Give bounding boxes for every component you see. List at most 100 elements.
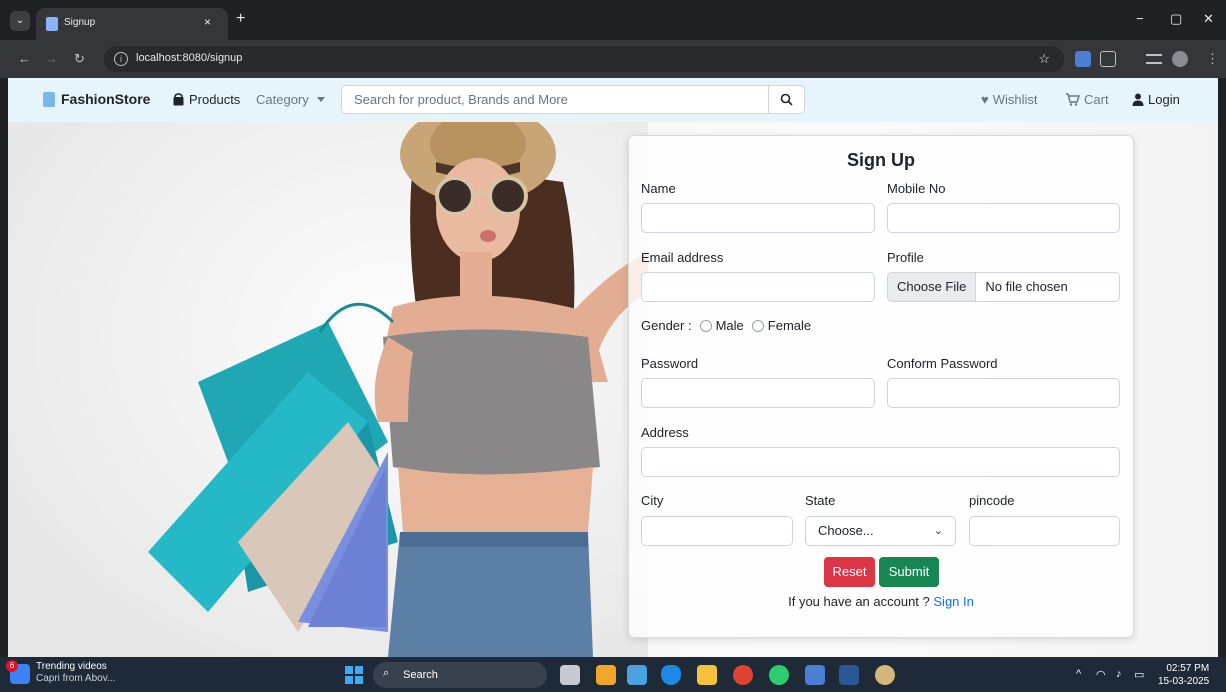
choose-file-button[interactable]: Choose File bbox=[888, 273, 977, 301]
minimize-button[interactable]: − bbox=[1136, 11, 1144, 26]
fashion-model-image bbox=[8, 122, 648, 657]
file-explorer-icon[interactable] bbox=[697, 665, 717, 685]
browser-tab-bar: ⌄ Signup × + − ▢ ✕ bbox=[0, 0, 1226, 40]
confirm-password-input[interactable] bbox=[887, 378, 1120, 408]
state-label: State bbox=[805, 493, 836, 508]
task-view-icon[interactable] bbox=[560, 665, 580, 685]
settings-gear-icon[interactable] bbox=[875, 665, 895, 685]
whatsapp-icon[interactable] bbox=[769, 665, 789, 685]
gender-group: Gender : Male Female bbox=[641, 318, 811, 333]
submit-button[interactable]: Submit bbox=[879, 557, 939, 587]
forward-arrow-icon[interactable]: → bbox=[45, 51, 58, 66]
browser-menu-icon[interactable]: ⋮ bbox=[1206, 51, 1219, 67]
tray-overflow-icon[interactable]: ^ bbox=[1076, 668, 1081, 680]
mobile-input[interactable] bbox=[887, 203, 1120, 233]
extension-icon[interactable] bbox=[1075, 51, 1091, 67]
signup-card: Sign Up Name Mobile No Email address Pro… bbox=[628, 135, 1134, 638]
signup-title: Sign Up bbox=[847, 150, 915, 170]
profile-avatar-icon[interactable] bbox=[1172, 51, 1188, 67]
page-viewport: FashionStore Products Category ♥ Wishlis… bbox=[8, 78, 1218, 657]
windows-start-icon[interactable] bbox=[345, 666, 363, 684]
nav-wishlist-label: Wishlist bbox=[992, 92, 1038, 107]
nav-login-label: Login bbox=[1148, 92, 1180, 107]
address-input[interactable] bbox=[641, 447, 1120, 477]
chrome-icon[interactable] bbox=[733, 665, 753, 685]
reading-list-icon[interactable] bbox=[1146, 54, 1162, 64]
browser-address-bar: ← → ↻ i localhost:8080/signup ☆ ⋮ bbox=[0, 40, 1226, 78]
search-icon bbox=[780, 93, 793, 106]
tab-favicon-icon bbox=[46, 17, 58, 31]
copilot-icon[interactable] bbox=[596, 665, 616, 685]
windows-taskbar: 6 Trending videos Capri from Abov... ⌕ S… bbox=[0, 657, 1226, 692]
tab-search-menu-icon[interactable]: ⌄ bbox=[10, 11, 30, 31]
maximize-button[interactable]: ▢ bbox=[1170, 11, 1182, 27]
mobile-label: Mobile No bbox=[887, 181, 946, 196]
taskbar-search[interactable]: ⌕ Search bbox=[373, 662, 547, 688]
confirm-password-label: Conform Password bbox=[887, 356, 998, 371]
news-subtitle: Capri from Abov... bbox=[36, 673, 116, 684]
omnibox[interactable]: i localhost:8080/signup ☆ bbox=[104, 46, 1064, 72]
gender-male-label[interactable]: Male bbox=[716, 318, 744, 333]
password-label: Password bbox=[641, 356, 699, 371]
extensions-puzzle-icon[interactable] bbox=[1100, 51, 1116, 67]
name-input[interactable] bbox=[641, 203, 875, 233]
tab-title: Signup bbox=[64, 17, 96, 28]
nav-login[interactable]: Login bbox=[1132, 92, 1180, 107]
news-widget-text: Trending videos Capri from Abov... bbox=[36, 661, 115, 685]
browser-tab-signup[interactable]: Signup × bbox=[36, 8, 228, 40]
bookmark-star-icon[interactable]: ☆ bbox=[1038, 51, 1050, 67]
reset-button[interactable]: Reset bbox=[824, 557, 875, 587]
user-icon bbox=[1132, 93, 1144, 106]
file-status-text: No file chosen bbox=[985, 279, 1068, 294]
taskbar-search-label: Search bbox=[403, 669, 438, 681]
state-select[interactable]: Choose... ⌄ bbox=[805, 516, 956, 546]
pincode-input[interactable] bbox=[969, 516, 1120, 546]
news-title: Trending videos bbox=[36, 661, 107, 672]
search-input[interactable] bbox=[341, 85, 769, 114]
gender-female-label[interactable]: Female bbox=[768, 318, 811, 333]
wifi-icon[interactable]: ◠ bbox=[1096, 668, 1106, 681]
search-button[interactable] bbox=[769, 85, 805, 114]
volume-icon[interactable]: ♪ bbox=[1116, 668, 1122, 680]
email-input[interactable] bbox=[641, 272, 875, 302]
email-label: Email address bbox=[641, 250, 724, 265]
brand-link[interactable]: FashionStore bbox=[43, 91, 150, 107]
news-badge: 6 bbox=[6, 660, 18, 672]
city-input[interactable] bbox=[641, 516, 793, 546]
address-label: Address bbox=[641, 425, 689, 440]
site-info-icon[interactable]: i bbox=[114, 52, 128, 66]
nav-wishlist[interactable]: ♥ Wishlist bbox=[981, 92, 1038, 107]
password-input[interactable] bbox=[641, 378, 875, 408]
tab-close-icon[interactable]: × bbox=[204, 15, 211, 29]
gender-label: Gender : bbox=[641, 318, 692, 333]
close-window-button[interactable]: ✕ bbox=[1203, 11, 1214, 27]
gender-male-radio[interactable] bbox=[699, 319, 712, 332]
profile-file-input[interactable]: Choose File No file chosen bbox=[887, 272, 1120, 302]
new-tab-button[interactable]: + bbox=[236, 10, 245, 28]
name-label: Name bbox=[641, 181, 676, 196]
cart-icon bbox=[1066, 93, 1080, 106]
pincode-label: pincode bbox=[969, 493, 1015, 508]
url-text[interactable]: localhost:8080/signup bbox=[136, 52, 242, 64]
search-icon: ⌕ bbox=[383, 667, 390, 679]
app-icon[interactable] bbox=[805, 665, 825, 685]
nav-cart-label: Cart bbox=[1084, 92, 1109, 107]
state-selected-value: Choose... bbox=[818, 523, 874, 538]
news-widget-icon: 6 bbox=[6, 660, 30, 684]
nav-products[interactable]: Products bbox=[172, 92, 240, 107]
clock-time: 02:57 PM bbox=[1166, 663, 1210, 674]
defender-icon[interactable] bbox=[661, 665, 681, 685]
news-widget[interactable]: 6 Trending videos Capri from Abov... bbox=[6, 660, 115, 685]
taskbar-clock[interactable]: 02:57 PM 15-03-2025 bbox=[1158, 662, 1209, 688]
gender-female-radio[interactable] bbox=[751, 319, 764, 332]
signin-prompt-text: If you have an account ? bbox=[788, 594, 934, 609]
reload-icon[interactable]: ↻ bbox=[74, 51, 85, 67]
word-icon[interactable] bbox=[839, 665, 859, 685]
nav-category-dropdown[interactable]: Category bbox=[256, 92, 325, 107]
back-arrow-icon[interactable]: ← bbox=[18, 51, 31, 66]
nav-cart[interactable]: Cart bbox=[1065, 92, 1109, 107]
battery-icon[interactable]: ▭ bbox=[1134, 668, 1144, 681]
signin-link[interactable]: Sign In bbox=[933, 594, 973, 609]
store-icon[interactable] bbox=[627, 665, 647, 685]
products-bag-icon bbox=[173, 93, 184, 106]
